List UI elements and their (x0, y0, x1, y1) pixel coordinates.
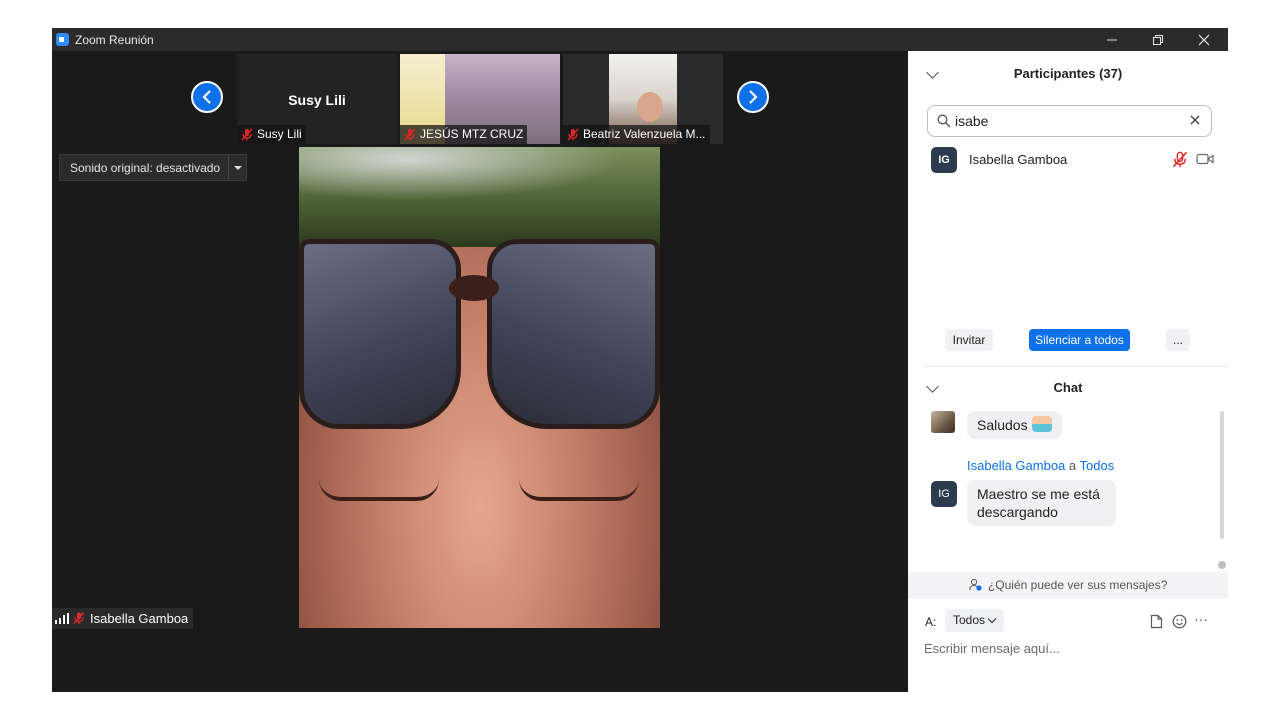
participant-thumbnail[interactable]: Beatriz Valenzuela M... (563, 54, 723, 144)
thumbnail-display-name: Susy Lili (288, 92, 346, 108)
file-icon[interactable] (1150, 614, 1163, 629)
participant-search[interactable] (927, 105, 1212, 137)
video-background-sky (299, 147, 660, 207)
chat-messages[interactable]: Saludos Isabella Gamboa a Todos IG Maest… (908, 411, 1228, 571)
sunglasses-bridge (449, 275, 499, 301)
window-title: Zoom Reunión (75, 33, 154, 47)
chat-message-header: Isabella Gamboa a Todos (967, 458, 1114, 473)
thumbnail-name-tag: JESÚS MTZ CRUZ (400, 125, 528, 144)
scroll-indicator (1218, 561, 1226, 569)
chat-header: Chat (908, 369, 1228, 409)
search-input[interactable] (955, 112, 1175, 130)
avatar: IG (931, 147, 957, 173)
sunglasses-lens (487, 239, 660, 429)
avatar (931, 411, 955, 433)
person-lock-icon (968, 578, 982, 591)
active-speaker-name-tag: Isabella Gamboa (52, 608, 194, 629)
thumbnail-name-tag: Beatriz Valenzuela M... (563, 125, 710, 144)
participant-name: Isabella Gamboa (969, 152, 1068, 167)
video-eyes (319, 479, 649, 519)
chat-message-text: Maestro se me está descargando (977, 486, 1100, 520)
chat-message: Maestro se me está descargando (967, 480, 1116, 526)
more-options-button[interactable]: ··· (1194, 611, 1208, 627)
thumbnail-name: JESÚS MTZ CRUZ (420, 127, 524, 141)
chat-message-text: Saludos (977, 417, 1028, 433)
original-sound-label: Sonido original: desactivado (70, 161, 221, 175)
previous-page-button[interactable] (191, 81, 223, 113)
sunglasses-lens (299, 239, 461, 429)
emoji-icon[interactable] (1172, 614, 1187, 629)
chat-recipient[interactable]: Todos (1080, 458, 1115, 473)
eye (319, 479, 439, 501)
chat-connector: a (1068, 458, 1077, 473)
zoom-window: Zoom Reunión Susy Lili Susy Lili JESÚS M… (52, 28, 1228, 692)
title-bar: Zoom Reunión (52, 28, 1228, 51)
participant-thumbnail[interactable]: Susy Lili Susy Lili (237, 54, 397, 144)
minimize-button[interactable] (1089, 28, 1135, 51)
chat-message-input[interactable] (924, 637, 1214, 659)
zoom-icon (56, 33, 69, 46)
side-panel: Participantes (37) IG Isabella Gamboa In… (908, 51, 1228, 692)
close-icon (1190, 115, 1200, 125)
recipient-label: A: (925, 615, 937, 629)
mic-muted-icon (404, 128, 416, 141)
participants-header: Participantes (37) (908, 51, 1228, 97)
recipient-value: Todos (953, 613, 986, 627)
participant-face (637, 92, 663, 122)
video-stage: Susy Lili Susy Lili JESÚS MTZ CRUZ Beatr… (52, 51, 908, 692)
original-sound-button[interactable]: Sonido original: desactivado (59, 154, 247, 181)
mic-muted-icon (241, 128, 253, 141)
restore-icon (1153, 35, 1163, 45)
who-can-see-link[interactable]: ¿Quién puede ver sus mensajes? (908, 572, 1228, 599)
active-speaker-video (299, 147, 660, 628)
search-icon (937, 114, 951, 128)
chat-title: Chat (1053, 380, 1083, 395)
divider (924, 366, 1228, 367)
participants-more-button[interactable]: ... (1166, 329, 1190, 351)
active-speaker-name: Isabella Gamboa (90, 611, 189, 626)
restore-button[interactable] (1135, 28, 1181, 51)
thumbnail-name: Susy Lili (257, 127, 302, 141)
minimize-icon (1107, 39, 1117, 41)
chevron-down-icon (987, 614, 997, 624)
next-page-button[interactable] (737, 81, 769, 113)
clear-search-button[interactable] (1186, 111, 1204, 129)
close-button[interactable] (1181, 28, 1227, 51)
participants-title: Participantes (37) (1013, 66, 1123, 81)
mute-all-button[interactable]: Silenciar a todos (1029, 329, 1130, 351)
video-camera-icon[interactable] (1196, 153, 1214, 165)
invite-button[interactable]: Invitar (945, 329, 993, 351)
thumbnail-name: Beatriz Valenzuela M... (583, 127, 706, 141)
chevron-left-icon (202, 90, 211, 104)
mic-muted-icon (73, 612, 85, 624)
chat-scrollbar[interactable] (1220, 411, 1224, 539)
chat-sender[interactable]: Isabella Gamboa (967, 458, 1065, 473)
mic-muted-icon[interactable] (1172, 151, 1188, 168)
chat-message: Saludos (967, 411, 1062, 439)
avatar: IG (931, 481, 957, 507)
eye (519, 479, 639, 501)
close-icon (1198, 34, 1210, 46)
thumbnail-name-tag: Susy Lili (237, 125, 306, 144)
participant-list-item[interactable]: IG Isabella Gamboa (908, 145, 1228, 175)
who-can-see-text: ¿Quién puede ver sus mensajes? (987, 578, 1168, 592)
participant-thumbnail[interactable]: JESÚS MTZ CRUZ (400, 54, 560, 144)
chevron-right-icon (749, 90, 758, 104)
chevron-down-icon[interactable] (228, 155, 246, 180)
person-emoji-icon (1031, 416, 1052, 432)
mic-muted-icon (567, 128, 579, 141)
recipient-select[interactable]: Todos (945, 609, 1004, 632)
signal-strength-icon (55, 613, 69, 624)
